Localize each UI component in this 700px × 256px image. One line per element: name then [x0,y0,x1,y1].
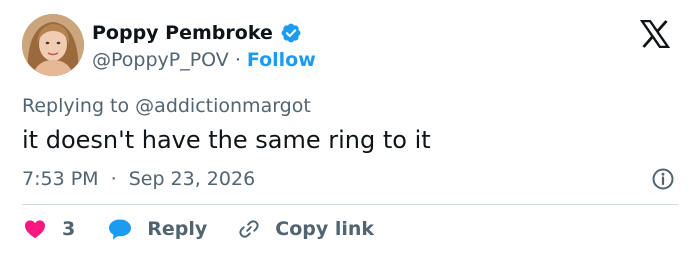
author-display-name[interactable]: Poppy Pembroke [92,20,273,46]
link-icon [237,217,261,241]
avatar[interactable] [22,14,84,76]
heart-icon [22,217,48,241]
reply-bubble-icon [107,217,133,241]
tweet-timestamp[interactable]: 7:53 PM · Sep 23, 2026 [22,166,255,192]
timestamp-separator: · [110,168,117,190]
reply-target-handle[interactable]: @addictionmargot [135,95,311,117]
action-bar: 3 Reply Copy link [22,216,374,242]
divider [22,204,678,205]
reply-label: Reply [147,218,208,240]
handle-separator: · [234,49,241,71]
author-handle[interactable]: @PoppyP_POV [92,47,229,73]
tweet-date: Sep 23, 2026 [128,168,256,190]
tweet-text: it doesn't have the same ring to it [22,126,431,154]
follow-button[interactable]: Follow [247,47,316,73]
tweet-time: 7:53 PM [22,168,99,190]
replying-to-label: Replying to [22,95,130,117]
info-icon[interactable] [651,167,675,191]
replying-to-line: Replying to @addictionmargot [22,93,311,119]
like-button[interactable]: 3 [22,216,75,242]
tweet-card: Poppy Pembroke @PoppyP_POV · Follow Repl… [0,0,700,256]
copy-link-button[interactable]: Copy link [237,216,374,242]
verified-badge-icon [280,22,302,44]
copy-link-label: Copy link [275,218,375,240]
like-count: 3 [62,218,76,240]
reply-button[interactable]: Reply [107,216,207,242]
x-logo-icon[interactable] [639,19,671,49]
author-handle-row: @PoppyP_POV · Follow [92,47,316,73]
author-name-row: Poppy Pembroke [92,20,302,46]
